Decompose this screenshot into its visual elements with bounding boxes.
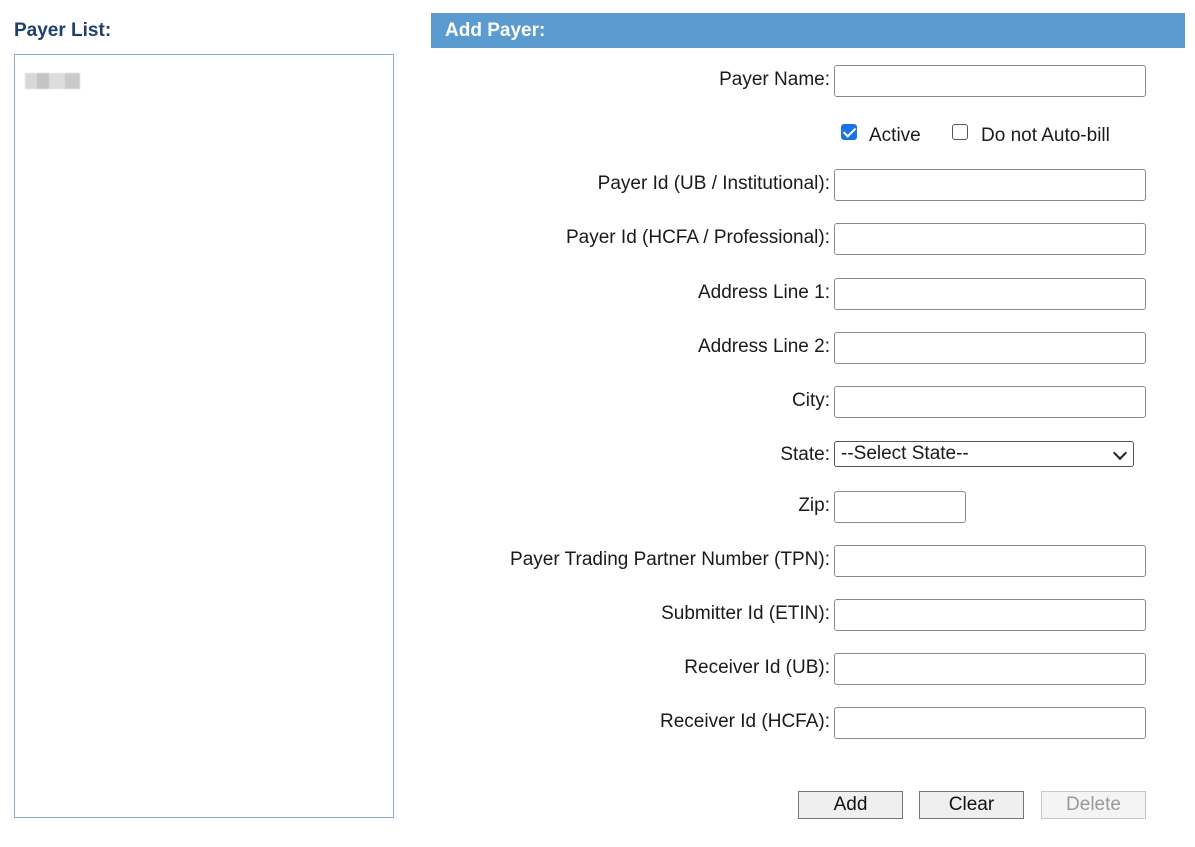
zip-input[interactable] — [834, 491, 966, 523]
chevron-down-icon — [1112, 445, 1128, 461]
submitter-id-input[interactable] — [834, 599, 1146, 631]
payer-name-label: Payer Name: — [719, 69, 830, 90]
do-not-autobill-checkbox-label: Do not Auto-bill — [981, 125, 1110, 146]
tpn-input[interactable] — [834, 545, 1146, 577]
payer-id-hcfa-label: Payer Id (HCFA / Professional): — [566, 227, 830, 248]
receiver-id-hcfa-label: Receiver Id (HCFA): — [660, 711, 830, 732]
address-line-2-label: Address Line 2: — [697, 336, 830, 357]
delete-button[interactable]: Delete — [1041, 791, 1146, 819]
city-input[interactable] — [834, 386, 1146, 418]
state-select[interactable]: --Select State-- — [834, 441, 1134, 467]
payer-id-ub-label: Payer Id (UB / Institutional): — [597, 173, 830, 194]
active-checkbox[interactable] — [841, 124, 857, 140]
tpn-label: Payer Trading Partner Number (TPN): — [510, 549, 830, 570]
receiver-id-ub-input[interactable] — [834, 653, 1146, 685]
receiver-id-hcfa-input[interactable] — [834, 707, 1146, 739]
payer-list-item-redacted[interactable] — [25, 73, 80, 89]
add-payer-header: Add Payer: — [431, 13, 1185, 48]
active-checkbox-label: Active — [869, 125, 921, 146]
zip-label: Zip: — [798, 495, 830, 516]
add-button[interactable]: Add — [798, 791, 903, 819]
address-line-1-input[interactable] — [834, 278, 1146, 310]
payer-list[interactable] — [14, 54, 394, 818]
address-line-1-label: Address Line 1: — [697, 282, 830, 303]
submitter-id-label: Submitter Id (ETIN): — [661, 603, 830, 624]
payer-id-hcfa-input[interactable] — [834, 223, 1146, 255]
receiver-id-ub-label: Receiver Id (UB): — [684, 657, 830, 678]
state-select-value: --Select State-- — [841, 443, 969, 464]
payer-id-ub-input[interactable] — [834, 169, 1146, 201]
address-line-2-input[interactable] — [834, 332, 1146, 364]
city-label: City: — [792, 390, 830, 411]
payer-list-title: Payer List: — [14, 20, 112, 41]
do-not-autobill-checkbox[interactable] — [952, 124, 968, 140]
payer-name-input[interactable] — [834, 65, 1146, 97]
clear-button[interactable]: Clear — [919, 791, 1024, 819]
state-label: State: — [780, 444, 830, 465]
